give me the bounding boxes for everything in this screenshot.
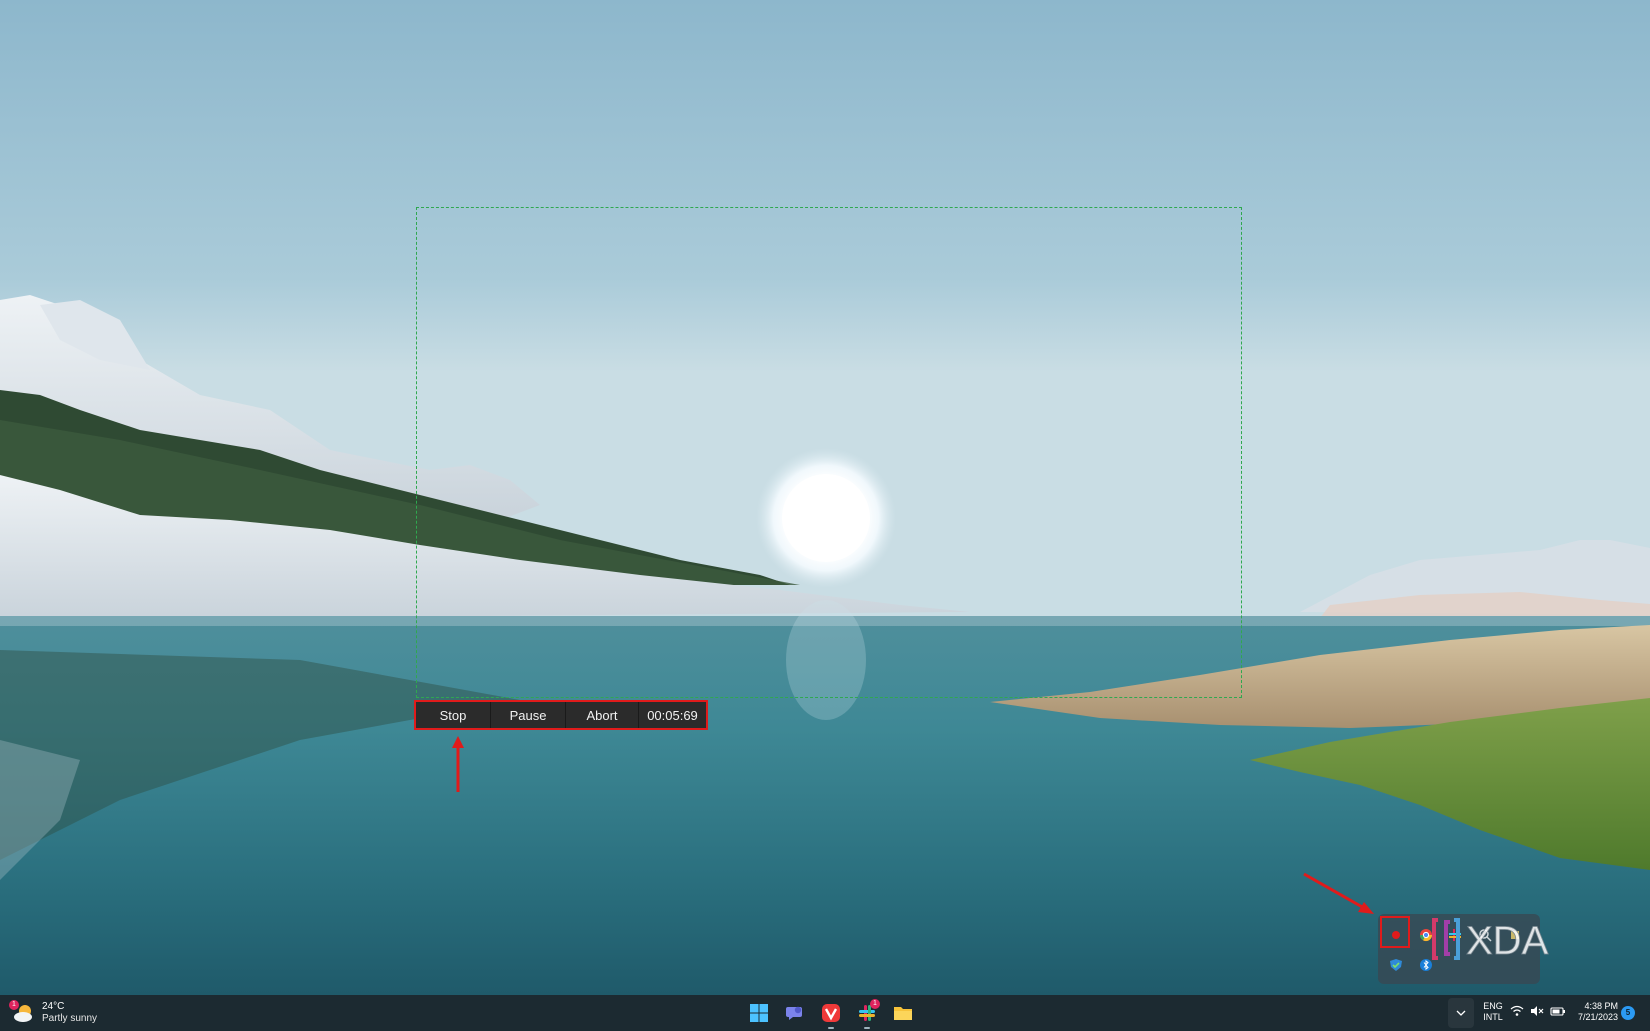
recorder-tray-highlight	[1380, 916, 1410, 948]
folder-icon	[894, 1007, 912, 1020]
chevron-down-icon	[1456, 1010, 1466, 1016]
recording-toolbar: Stop Pause Abort 00:05:69	[414, 700, 708, 730]
bluetooth-icon	[1420, 959, 1432, 971]
weather-badge: 1	[9, 1000, 19, 1010]
weather-temperature: 24°C	[42, 1001, 65, 1012]
taskbar-app-chat[interactable]	[777, 995, 813, 1031]
input-language-indicator[interactable]: ENG INTL	[1476, 1001, 1510, 1023]
system-clock[interactable]: 4:38 PM 7/21/2023	[1552, 1001, 1618, 1023]
chrome-icon	[1420, 929, 1432, 942]
language-code: ENG	[1483, 1001, 1503, 1011]
show-hidden-icons-button[interactable]	[1448, 998, 1474, 1028]
notification-center-badge[interactable]: 5	[1621, 1006, 1635, 1020]
windows-logo-icon	[750, 1004, 768, 1022]
defender-tray-icon[interactable]	[1385, 954, 1407, 976]
clock-time: 4:38 PM	[1584, 1001, 1618, 1011]
abort-button[interactable]: Abort	[566, 702, 639, 728]
xda-text: XDA	[1466, 919, 1549, 963]
xda-watermark: XDA	[1432, 918, 1549, 963]
wifi-icon	[1510, 1005, 1524, 1016]
clock-date: 7/21/2023	[1577, 1012, 1618, 1022]
taskbar: 1 24°C Partly sunny 1 ENG INTL 4:38 PM 7…	[0, 995, 1650, 1031]
weather-condition: Partly sunny	[42, 1013, 98, 1024]
volume-muted-icon	[1531, 1006, 1544, 1016]
running-indicator	[828, 1027, 834, 1029]
weather-widget[interactable]: 1 24°C Partly sunny	[9, 999, 98, 1027]
pause-button[interactable]: Pause	[491, 702, 566, 728]
start-button[interactable]	[741, 995, 777, 1031]
capture-region-frame[interactable]	[416, 207, 1242, 698]
vivaldi-icon	[822, 1004, 840, 1022]
chat-icon	[786, 1006, 802, 1020]
taskbar-app-slack[interactable]: 1	[849, 995, 885, 1031]
running-indicator	[864, 1027, 870, 1029]
stop-button[interactable]: Stop	[416, 702, 491, 728]
taskbar-pinned-apps: 1	[741, 995, 921, 1031]
slack-badge: 1	[870, 999, 880, 1009]
taskbar-app-file-explorer[interactable]	[885, 995, 921, 1031]
taskbar-app-vivaldi[interactable]	[813, 995, 849, 1031]
recording-timer: 00:05:69	[647, 707, 698, 723]
partly-sunny-icon: 1	[9, 1000, 36, 1025]
language-layout: INTL	[1483, 1012, 1503, 1022]
shield-icon	[1390, 959, 1402, 971]
